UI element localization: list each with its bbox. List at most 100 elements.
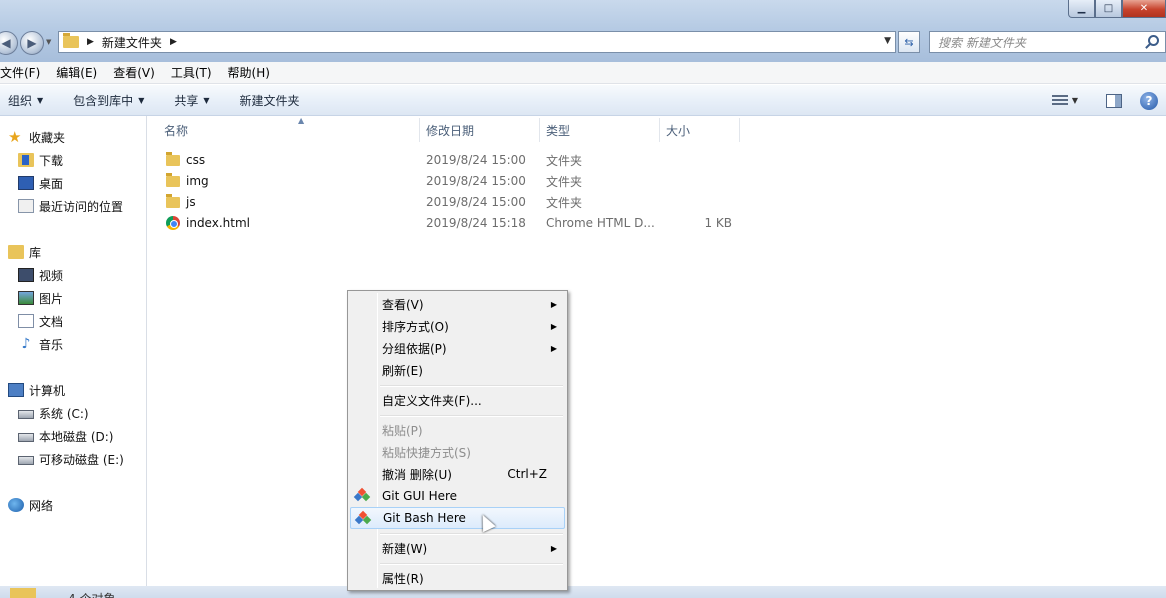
nav-label: 本地磁盘 (D:) [39, 429, 114, 444]
menu-item-customize[interactable]: 自定义文件夹(F)... [350, 389, 565, 411]
picture-icon [18, 291, 34, 305]
nav-downloads[interactable]: 下载 [18, 150, 63, 170]
music-icon: ♪ [21, 336, 31, 352]
menu-item-group[interactable]: 分组依据(P) ▶ [350, 337, 565, 359]
menu-item-properties[interactable]: 属性(R) [350, 567, 565, 589]
menu-help[interactable]: 帮助(H) [228, 64, 278, 81]
table-row[interactable]: index.html 2019/8/24 15:18 Chrome HTML D… [148, 213, 748, 233]
breadcrumb-separator-icon[interactable]: ▶ [87, 37, 94, 47]
title-bar: ▁ □ ✕ ◀ ▶ ▼ ▶ 新建文件夹 ▶ ▼ ⇆ 搜索 新建文件夹 [0, 0, 1166, 62]
back-button[interactable]: ◀ [0, 31, 18, 55]
address-bar[interactable]: ▶ 新建文件夹 ▶ ▼ [58, 31, 896, 53]
history-dropdown-icon[interactable]: ▼ [46, 38, 51, 46]
file-size: 1 KB [704, 216, 732, 230]
window-controls: ▁ □ ✕ [1068, 0, 1166, 18]
menu-item-new[interactable]: 新建(W) ▶ [350, 537, 565, 559]
nav-drive-c[interactable]: 系统 (C:) [18, 403, 89, 423]
column-label: 修改日期 [426, 123, 475, 138]
nav-drive-d[interactable]: 本地磁盘 (D:) [18, 426, 113, 446]
nav-favorites[interactable]: ★ 收藏夹 [8, 127, 65, 147]
nav-label: 视频 [39, 268, 64, 283]
view-dropdown-icon[interactable]: ▼ [1072, 96, 1078, 105]
nav-music[interactable]: ♪ 音乐 [18, 334, 63, 354]
file-name: css [186, 153, 206, 167]
menu-file[interactable]: 文件(F) [0, 64, 48, 81]
refresh-icon: ⇆ [904, 35, 914, 49]
nav-desktop[interactable]: 桌面 [18, 173, 63, 193]
nav-documents[interactable]: 文档 [18, 311, 63, 331]
file-name-cell: index.html [166, 213, 250, 233]
menu-item-refresh[interactable]: 刷新(E) [350, 359, 565, 381]
help-icon[interactable]: ? [1140, 91, 1158, 110]
nav-label: 桌面 [39, 176, 64, 191]
breadcrumb-separator-icon[interactable]: ▶ [170, 37, 177, 47]
submenu-arrow-icon: ▶ [550, 321, 557, 331]
submenu-arrow-icon: ▶ [550, 543, 557, 553]
menu-item-paste-shortcut[interactable]: 粘贴快捷方式(S) [350, 441, 565, 463]
menu-item-git-gui[interactable]: Git GUI Here [350, 485, 565, 507]
desktop-icon [18, 176, 34, 190]
nav-videos[interactable]: 视频 [18, 265, 63, 285]
share-button[interactable]: 共享 ▼ [166, 92, 217, 109]
git-icon [353, 487, 371, 503]
forward-button[interactable]: ▶ [20, 31, 44, 55]
column-label: 名称 [164, 123, 189, 138]
menu-view[interactable]: 查看(V) [113, 64, 163, 81]
document-icon [18, 314, 34, 328]
table-row[interactable]: js 2019/8/24 15:00 文件夹 [148, 192, 748, 212]
nav-label: 收藏夹 [29, 130, 66, 145]
include-library-label: 包含到库中 [73, 93, 134, 108]
back-arrow-icon: ◀ [1, 36, 11, 50]
nav-computer[interactable]: 计算机 [8, 380, 65, 400]
menu-item-sort[interactable]: 排序方式(O) ▶ [350, 315, 565, 337]
removable-drive-icon [18, 456, 34, 465]
column-header-date[interactable]: 修改日期 [420, 118, 540, 142]
minimize-button[interactable]: ▁ [1068, 0, 1095, 18]
command-bar-right: ▼ ? [1044, 85, 1166, 116]
menu-separator [380, 563, 563, 565]
view-options-icon[interactable] [1051, 94, 1068, 107]
search-input[interactable]: 搜索 新建文件夹 [929, 31, 1166, 53]
table-row[interactable]: css 2019/8/24 15:00 文件夹 [148, 150, 748, 170]
column-header-size[interactable]: 大小 [660, 118, 740, 142]
nav-label: 文档 [39, 314, 64, 329]
folder-icon [166, 172, 180, 187]
column-header-name[interactable]: 名称 ▲ [158, 116, 420, 142]
refresh-button[interactable]: ⇆ [898, 31, 920, 53]
file-name: index.html [186, 216, 250, 230]
close-button[interactable]: ✕ [1122, 0, 1166, 18]
file-name: img [186, 174, 209, 188]
column-header-type[interactable]: 类型 [540, 118, 660, 142]
organize-button[interactable]: 组织 ▼ [0, 92, 51, 109]
nav-recent[interactable]: 最近访问的位置 [18, 196, 123, 216]
search-icon[interactable] [1148, 35, 1159, 46]
menu-item-paste[interactable]: 粘贴(P) [350, 419, 565, 441]
git-icon-part [362, 515, 372, 525]
menu-edit[interactable]: 编辑(E) [56, 64, 105, 81]
nav-libraries[interactable]: 库 [8, 242, 41, 262]
file-name-cell: css [166, 150, 205, 170]
maximize-button[interactable]: □ [1095, 0, 1122, 18]
menu-item-undo-delete[interactable]: 撤消 删除(U) Ctrl+Z [350, 463, 565, 485]
address-dropdown-icon[interactable]: ▼ [884, 36, 891, 46]
nav-drive-e[interactable]: 可移动磁盘 (E:) [18, 449, 124, 469]
menu-item-label: 刷新(E) [382, 363, 423, 378]
table-row[interactable]: img 2019/8/24 15:00 文件夹 [148, 171, 748, 191]
preview-pane-icon[interactable] [1106, 93, 1122, 108]
menu-item-git-bash[interactable]: Git Bash Here [350, 507, 565, 529]
folder-icon [63, 33, 79, 48]
nav-network[interactable]: 网络 [8, 495, 53, 515]
breadcrumb-current[interactable]: 新建文件夹 [102, 34, 162, 51]
menu-item-view[interactable]: 查看(V) ▶ [350, 293, 565, 315]
new-folder-button[interactable]: 新建文件夹 [232, 92, 308, 109]
nav-pictures[interactable]: 图片 [18, 288, 63, 308]
menu-tools[interactable]: 工具(T) [171, 64, 220, 81]
menu-item-label: 查看(V) [382, 297, 424, 312]
nav-label: 网络 [29, 498, 54, 513]
menu-separator [380, 533, 563, 535]
git-icon [354, 510, 372, 526]
chevron-down-icon: ▼ [138, 95, 145, 105]
submenu-arrow-icon: ▶ [550, 343, 557, 353]
status-bar: 4 个对象 [0, 586, 1166, 598]
include-library-button[interactable]: 包含到库中 ▼ [65, 92, 152, 109]
